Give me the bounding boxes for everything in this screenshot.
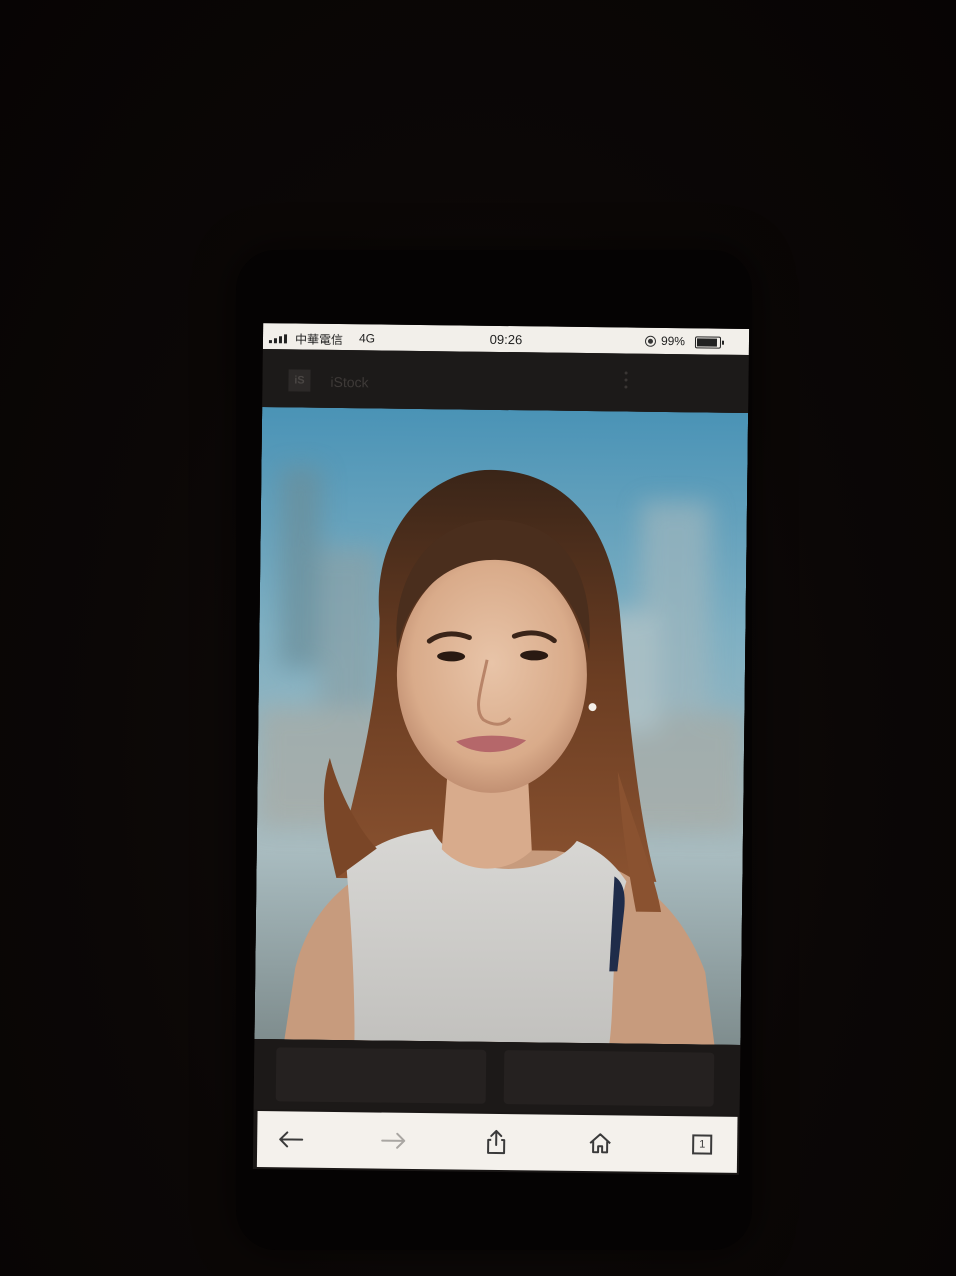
orientation-lock-icon xyxy=(644,335,657,347)
stock-photo-portrait[interactable] xyxy=(254,407,749,1045)
home-button[interactable] xyxy=(583,1127,617,1159)
home-icon xyxy=(589,1133,611,1154)
battery-percentage: 99% xyxy=(660,333,686,349)
forward-button[interactable] xyxy=(377,1125,411,1157)
related-images-strip xyxy=(253,1039,741,1115)
battery-icon xyxy=(694,336,722,349)
related-image-thumbnail[interactable] xyxy=(503,1050,715,1107)
site-logo[interactable]: iS xyxy=(288,369,311,392)
site-name[interactable]: iStock xyxy=(330,374,368,390)
tabs-icon: 1 xyxy=(692,1134,713,1155)
tab-count: 1 xyxy=(699,1138,706,1151)
related-image-thumbnail[interactable] xyxy=(275,1047,487,1104)
share-icon xyxy=(487,1129,506,1155)
phone-screen: 中華電信 4G 09:26 99% iS iStock 1 xyxy=(252,323,750,1175)
arrow-right-icon xyxy=(381,1132,406,1149)
back-button[interactable] xyxy=(273,1123,307,1155)
more-options-icon[interactable] xyxy=(624,371,628,391)
tabs-button[interactable]: 1 xyxy=(685,1128,719,1160)
site-header: iS iStock xyxy=(262,349,749,417)
share-button[interactable] xyxy=(479,1126,513,1158)
browser-toolbar: 1 xyxy=(256,1111,738,1173)
arrow-left-icon xyxy=(279,1131,304,1148)
